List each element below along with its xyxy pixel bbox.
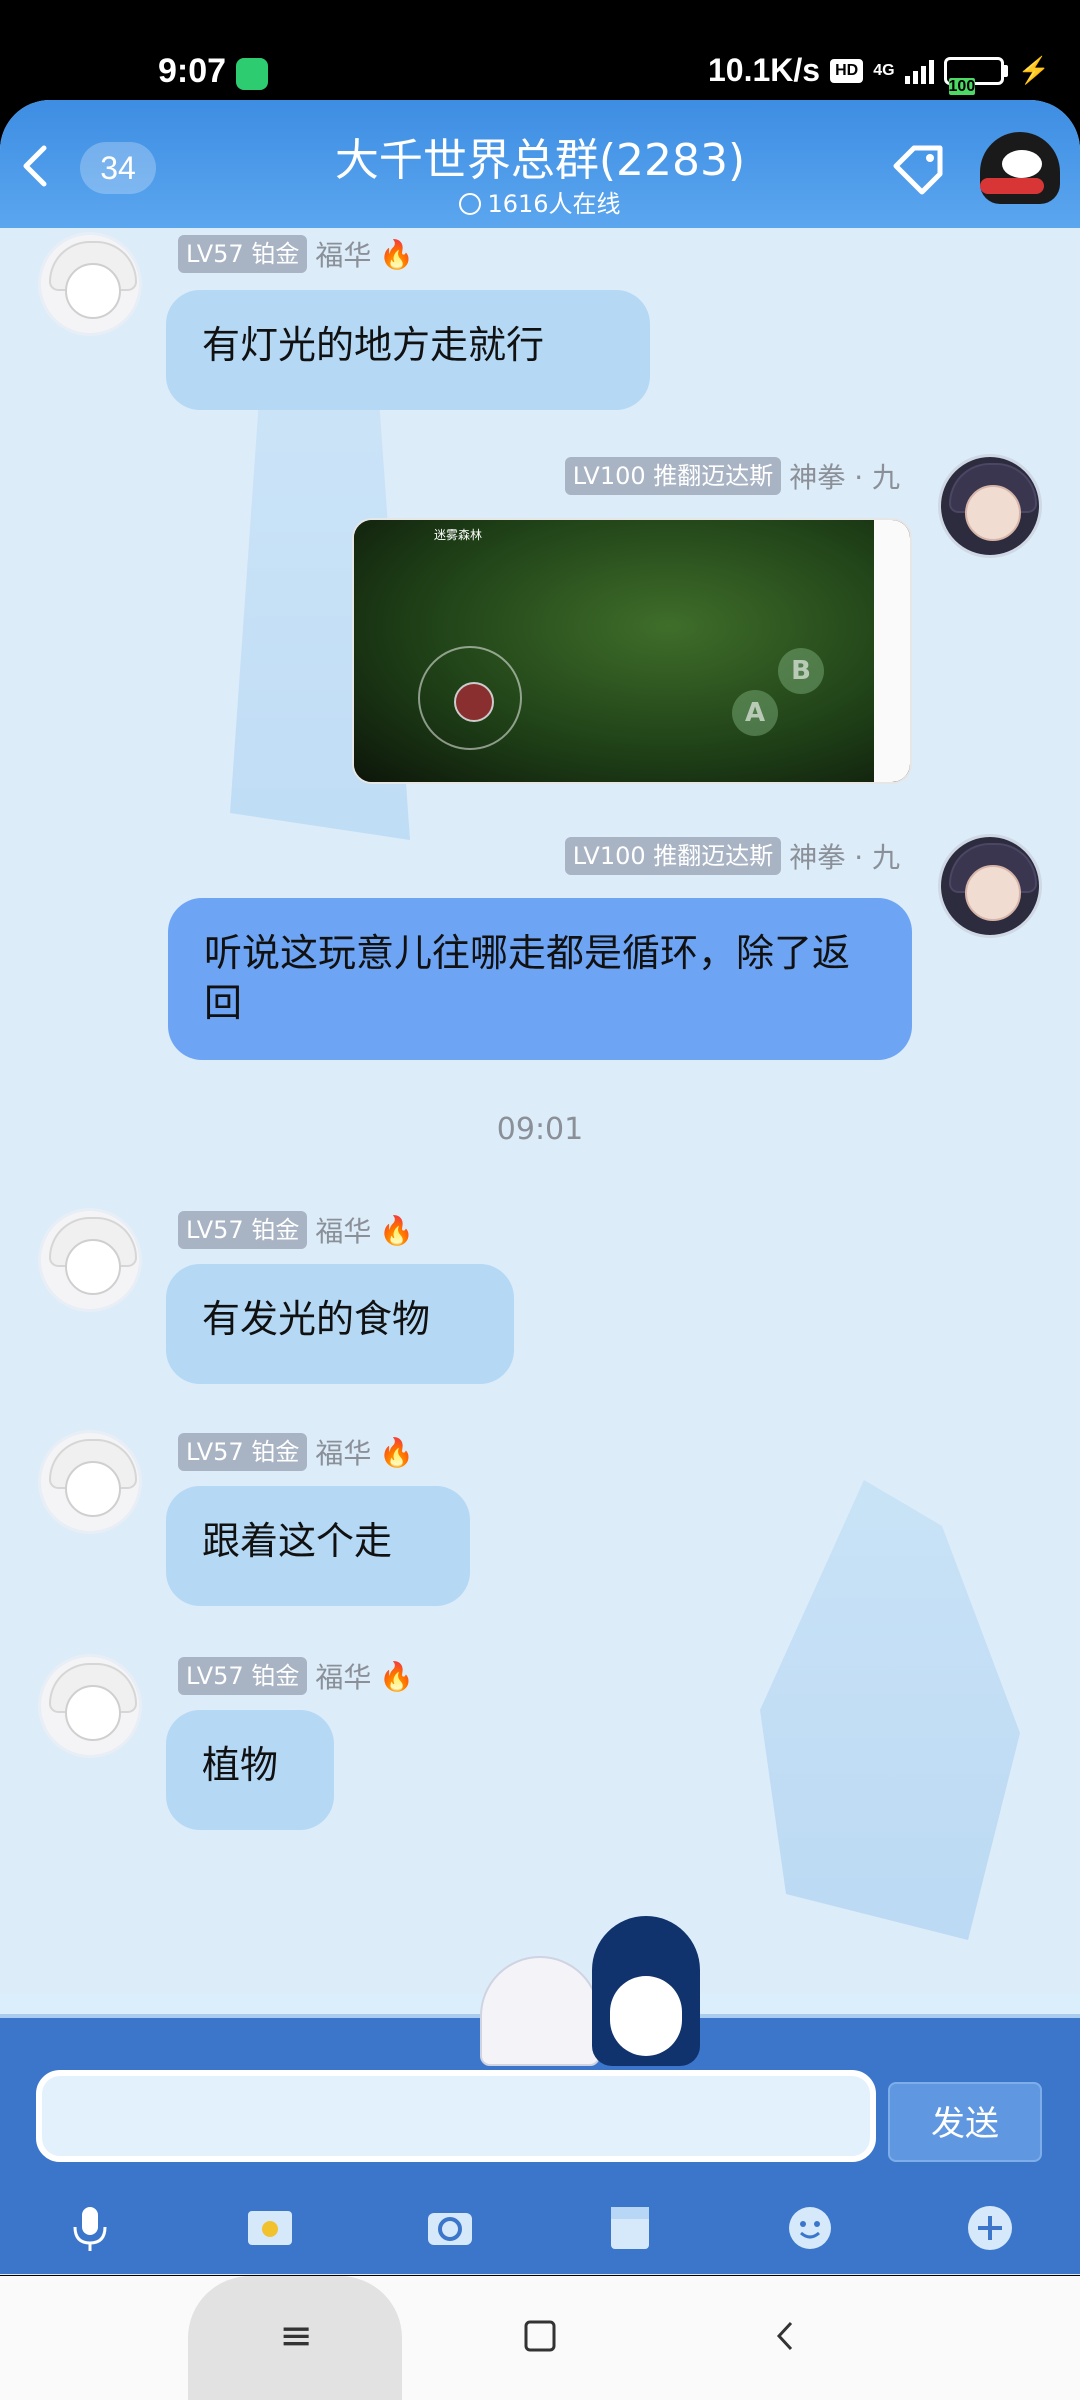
avatar[interactable] [38,1430,142,1534]
sender-info: LV100 推翻迈达斯 神拳 · 九 [520,836,900,876]
sender-name[interactable]: 福华 [315,1432,371,1472]
fire-icon: 🔥 [379,1659,415,1693]
plus-icon[interactable] [965,2203,1015,2253]
message-bubble[interactable]: 听说这玩意儿往哪走都是循环，除了返回 [168,898,912,1060]
image-message[interactable]: 迷雾森林 B A [352,518,912,784]
penguin-scarf [980,178,1044,194]
message-bubble[interactable]: 有发光的食物 [166,1264,514,1384]
image-icon[interactable] [245,2203,295,2253]
chat-background[interactable] [0,100,1080,2275]
level-badge: LV57 铂金 [178,235,308,273]
status-indicators: 10.1K/s HD 4G 100 ⚡ [708,52,1050,95]
status-time: 9:07 [158,52,227,90]
avatar[interactable] [38,232,142,336]
sender-name[interactable]: 福华 [315,234,371,274]
fire-icon: 🔥 [379,1435,415,1469]
avatar[interactable] [38,1208,142,1312]
network-speed: 10.1K/s [708,52,821,88]
sender-name[interactable]: 福华 [315,1656,371,1696]
message-bubble[interactable]: 跟着这个走 [166,1486,470,1606]
avatar[interactable] [38,1654,142,1758]
network-type: 4G [873,61,895,79]
mic-icon[interactable] [65,2203,115,2253]
battery-icon: 100 [943,56,1008,95]
back-icon[interactable] [756,2306,816,2366]
camera-icon[interactable] [425,2203,475,2253]
shield-icon [236,58,268,90]
hd-icon: HD [830,58,864,83]
sender-name[interactable]: 神拳 · 九 [789,836,900,876]
group-tag-icon[interactable] [888,140,948,196]
level-badge: LV57 铂金 [178,1657,308,1695]
game-button-a: A [732,690,778,736]
signal-icon [904,58,934,84]
level-badge: LV100 推翻迈达斯 [564,457,782,495]
online-count-text: 1616人在线 [487,190,621,218]
avatar[interactable] [938,834,1042,938]
game-sidebar [874,520,910,782]
send-button[interactable]: 发送 [888,2082,1042,2162]
game-button-b: B [778,648,824,694]
fire-icon: 🔥 [379,237,415,271]
sender-info: LV100 推翻迈达斯 神拳 · 九 [520,456,900,496]
chat-toolbar [0,2180,1080,2276]
sender-name[interactable]: 福华 [315,1210,371,1250]
level-badge: LV57 铂金 [178,1433,308,1471]
game-map-label: 迷雾森林 [434,528,483,542]
charging-icon: ⚡ [1017,55,1050,85]
menu-icon[interactable]: ≡ [266,2306,326,2366]
sender-info: LV57 铂金 福华 🔥 [178,1656,414,1696]
mascot-girl [480,1956,600,2066]
message-bubble[interactable]: 有灯光的地方走就行 [166,290,650,410]
message-input[interactable] [36,2070,876,2162]
mascot-penguin [592,1916,700,2066]
home-icon[interactable] [510,2306,570,2366]
message-bubble[interactable]: 植物 [166,1710,334,1830]
level-badge: LV57 铂金 [178,1211,308,1249]
battery-level: 100 [948,77,976,95]
emoji-icon[interactable] [785,2203,835,2253]
sender-info: LV57 铂金 福华 🔥 [178,1432,414,1472]
timestamp: 09:01 [496,1112,584,1147]
sender-name[interactable]: 神拳 · 九 [789,456,900,496]
joystick-icon [418,646,522,750]
online-icon [459,193,482,215]
file-icon[interactable] [605,2203,655,2253]
sender-info: LV57 铂金 福华 🔥 [178,1210,414,1250]
avatar[interactable] [938,454,1042,558]
sender-info: LV57 铂金 福华 🔥 [178,234,414,274]
fire-icon: 🔥 [379,1213,415,1247]
status-bar: 9:07 10.1K/s HD 4G 100 ⚡ [0,0,1080,100]
level-badge: LV100 推翻迈达斯 [564,837,782,875]
